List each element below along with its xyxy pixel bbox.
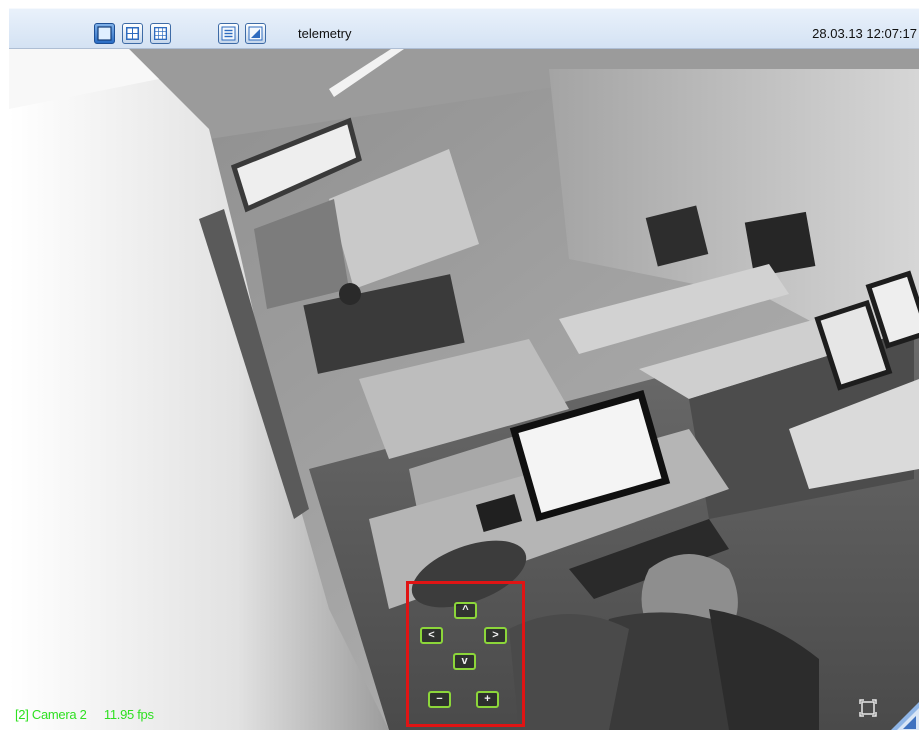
list-icon <box>221 26 236 41</box>
camera-viewport[interactable]: [2] Camera 2 11.95 fps ^ < > v − + <box>9 49 919 730</box>
ptz-up-button[interactable]: ^ <box>454 602 477 619</box>
layout-2x2-button[interactable] <box>122 23 143 44</box>
telemetry-label: telemetry <box>298 26 352 41</box>
grid-2x2-icon <box>126 27 139 40</box>
zoom-out-button[interactable]: − <box>428 691 451 708</box>
resize-corner-icon[interactable] <box>889 702 919 730</box>
zoom-in-button[interactable]: + <box>476 691 499 708</box>
layout-1x1-button[interactable] <box>94 23 115 44</box>
single-view-icon <box>97 26 112 41</box>
datetime-display: 28.03.13 12:07:17 <box>812 26 917 41</box>
layout-3x3-button[interactable] <box>150 23 171 44</box>
ptz-left-button[interactable]: < <box>420 627 443 644</box>
grid-3x3-icon <box>154 27 167 40</box>
camera-id-label: [2] Camera 2 <box>15 707 87 722</box>
telemetry-icon <box>248 26 263 41</box>
camera-osd: [2] Camera 2 11.95 fps <box>15 707 168 722</box>
telemetry-button[interactable] <box>245 23 266 44</box>
fullscreen-icon[interactable] <box>859 699 877 717</box>
fps-label: 11.95 fps <box>103 707 154 722</box>
toolbar: telemetry 28.03.13 12:07:17 <box>9 8 919 49</box>
list-button[interactable] <box>218 23 239 44</box>
ptz-down-button[interactable]: v <box>453 653 476 670</box>
ptz-right-button[interactable]: > <box>484 627 507 644</box>
